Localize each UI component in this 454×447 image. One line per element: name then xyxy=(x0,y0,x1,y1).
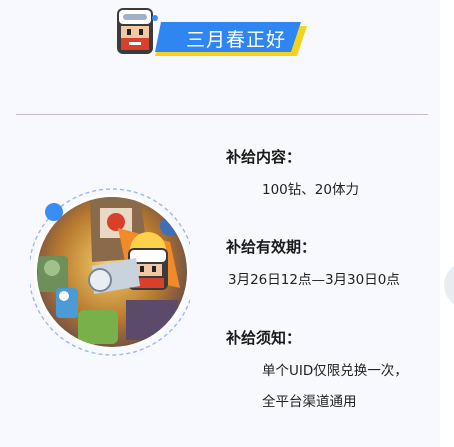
reward-card: 三月春正好 补给内容： 100钻、20体力 补给有效期： 3月26日12点—3月… xyxy=(0,0,440,447)
validity-value: 3月26日12点—3月30日0点 xyxy=(228,272,400,288)
side-scroll-tab[interactable] xyxy=(444,262,454,308)
section-heading-validity: 补给有效期： xyxy=(226,238,317,256)
game-art-badge xyxy=(28,188,196,358)
section-heading-notice: 补给须知： xyxy=(226,329,302,347)
title-banner: 三月春正好 xyxy=(115,4,320,60)
notice-line-1: 单个UID仅限兑换一次， xyxy=(262,363,408,379)
content-value: 100钻、20体力 xyxy=(262,182,359,198)
character-avatar-icon xyxy=(117,8,158,54)
divider xyxy=(16,114,428,115)
section-heading-content: 补给内容： xyxy=(226,148,302,166)
banner-title: 三月春正好 xyxy=(185,29,286,51)
notice-line-2: 全平台渠道通用 xyxy=(262,394,357,410)
